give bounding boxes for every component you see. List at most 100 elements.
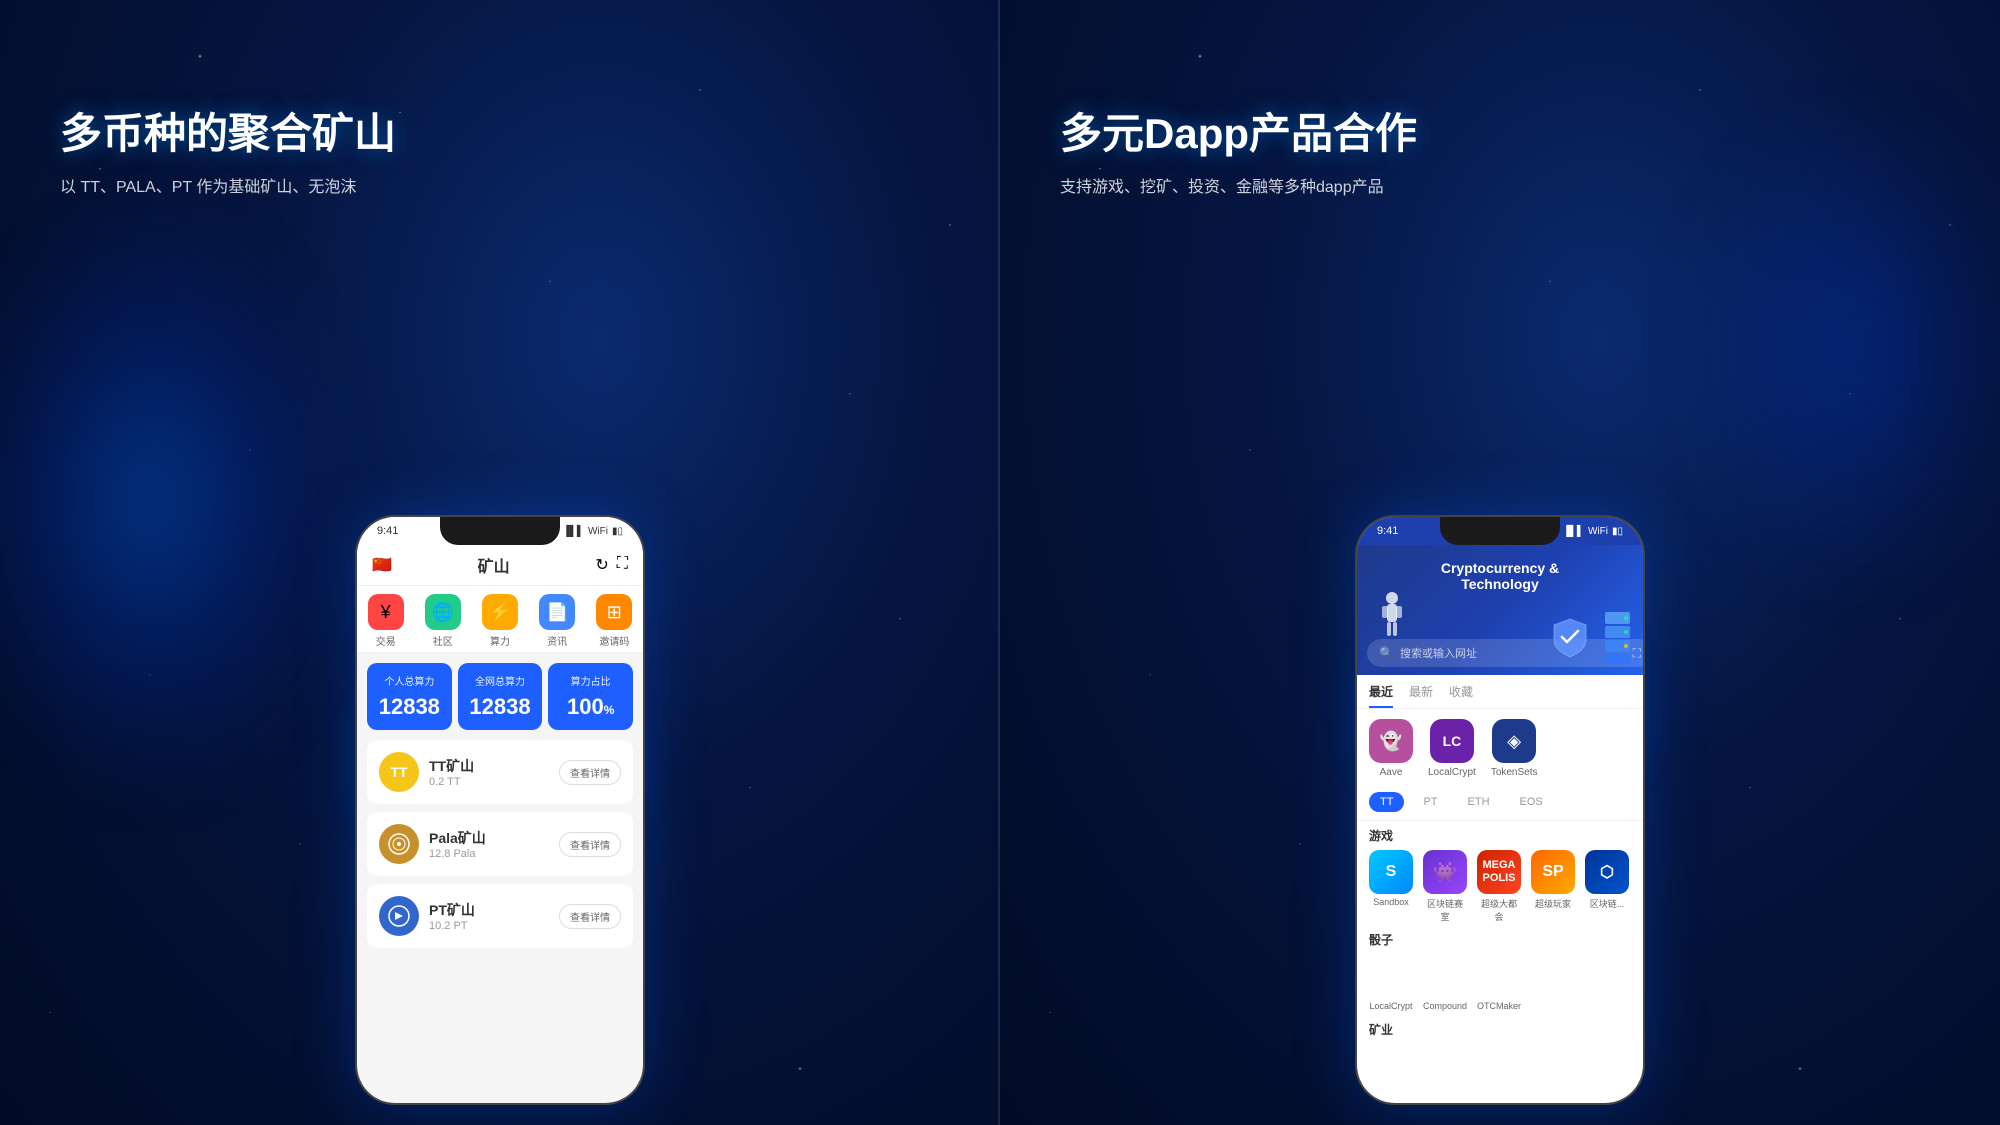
app-defi[interactable]: ⬡ 区块链... [1585, 850, 1629, 923]
tokensets-name: TokenSets [1491, 767, 1538, 778]
nav-item-invite[interactable]: ⊞ 邀请码 [596, 594, 632, 648]
chain-tab-pt[interactable]: PT [1412, 792, 1448, 812]
pala-info: Pala矿山 12.8 Pala [429, 828, 486, 860]
tt-detail-button[interactable]: 查看详情 [559, 760, 621, 785]
dapp-hero-title: Cryptocurrency & Technology [1441, 560, 1559, 592]
pt-coin-icon [379, 896, 419, 936]
hero-server-svg [1600, 610, 1635, 665]
right-nebula [1680, 100, 2000, 600]
left-panel-subtitle: 以 TT、PALA、PT 作为基础矿山、无泡沫 [60, 173, 396, 197]
pala-amount: 12.8 Pala [429, 848, 486, 860]
aave-name: Aave [1380, 767, 1403, 778]
pt-amount: 10.2 PT [429, 920, 475, 932]
tab-favorites[interactable]: 收藏 [1449, 683, 1473, 708]
app-sandbox[interactable]: S Sandbox [1369, 850, 1413, 923]
compound-name: Compound [1423, 1001, 1467, 1011]
dapp-signal-icon: ▐▌▌ [1563, 526, 1584, 537]
pt-icon-svg [387, 904, 411, 928]
tab-latest[interactable]: 最新 [1409, 683, 1433, 708]
stat-ratio-unit: % [604, 703, 615, 717]
mining-item-tt-left: TT TT矿山 0.2 TT [379, 752, 474, 792]
game-section-title: 游戏 [1369, 827, 1631, 844]
trade-icon: ¥ [368, 594, 404, 630]
dice-apps-row: LC LocalCrypt ◉ Compound OTC OTCMaker [1369, 954, 1631, 1011]
stat-ratio: 算力占比 100% [548, 663, 633, 730]
invite-icon: ⊞ [596, 594, 632, 630]
hero-illustration-left [1377, 590, 1407, 645]
right-phone-container: 9:41 ▐▌▌ WiFi ▮▯ Cryptocurrency & Techno… [1355, 515, 1645, 1125]
pala-icon-svg [387, 832, 411, 856]
recent-app-localcrypt[interactable]: LC LocalCrypt [1428, 719, 1476, 778]
dapp-hero-title-line1: Cryptocurrency & [1441, 560, 1559, 576]
stat-ratio-value: 100% [556, 694, 625, 720]
pala-detail-button[interactable]: 查看详情 [559, 832, 621, 857]
localcrypt-icon: LC [1430, 719, 1474, 763]
app-compound[interactable]: ◉ Compound [1423, 954, 1467, 1011]
fullscreen-icon[interactable]: ⛶ [617, 555, 628, 575]
stat-personal-title: 个人总算力 [375, 673, 444, 688]
mining-item-pt: PT矿山 10.2 PT 查看详情 [367, 884, 633, 948]
chain-tab-eos[interactable]: EOS [1509, 792, 1554, 812]
nav-item-hashrate[interactable]: ⚡ 算力 [482, 594, 518, 648]
app-megapolis[interactable]: MEGA POLIS 超级大都会 [1477, 850, 1521, 923]
left-panel-title-block: 多币种的聚合矿山 以 TT、PALA、PT 作为基础矿山、无泡沫 [60, 100, 396, 197]
community-icon: 🌐 [425, 594, 461, 630]
search-icon: 🔍 [1379, 646, 1394, 660]
nebula-decoration [0, 200, 350, 800]
right-phone-notch [1440, 517, 1560, 545]
mining-header-actions: ↻ ⛶ [595, 555, 628, 575]
pala-name: Pala矿山 [429, 828, 486, 848]
battery-icon: ▮▯ [612, 526, 623, 537]
pt-detail-button[interactable]: 查看详情 [559, 904, 621, 929]
right-panel: 多元Dapp产品合作 支持游戏、挖矿、投资、金融等多种dapp产品 9:41 ▐… [1000, 0, 2000, 1125]
dapp-hero-title-line2: Technology [1461, 576, 1539, 592]
tab-recent[interactable]: 最近 [1369, 683, 1393, 708]
trade-label: 交易 [376, 633, 396, 648]
stat-network-title: 全网总算力 [466, 673, 535, 688]
app-localcrypt2[interactable]: LC LocalCrypt [1369, 954, 1413, 1011]
tokensets-icon: ◈ [1492, 719, 1536, 763]
refresh-icon[interactable]: ↻ [595, 555, 608, 575]
localcrypt-name: LocalCrypt [1428, 767, 1476, 778]
localcrypt2-name: LocalCrypt [1369, 1001, 1412, 1011]
app-superpolis[interactable]: SP 超级玩家 [1531, 850, 1575, 923]
aave-icon: 👻 [1369, 719, 1413, 763]
dice-section-title: 骰子 [1369, 931, 1631, 948]
app-blockchain[interactable]: 👾 区块链赛室 [1423, 850, 1467, 923]
app-otcmaker[interactable]: OTC OTCMaker [1477, 954, 1521, 1011]
nav-item-trade[interactable]: ¥ 交易 [368, 594, 404, 648]
dapp-tabs: 最近 最新 收藏 [1369, 683, 1631, 708]
sandbox-name: Sandbox [1373, 897, 1409, 907]
mining-stats: 个人总算力 12838 全网总算力 12838 算力占比 100% [357, 653, 643, 740]
megapolis-icon: MEGA POLIS [1477, 850, 1521, 894]
blockchain-icon: 👾 [1423, 850, 1467, 894]
dapp-status-icons: ▐▌▌ WiFi ▮▯ [1563, 526, 1623, 537]
left-panel-heading: 多币种的聚合矿山 [60, 100, 396, 161]
dice-section: 骰子 LC LocalCrypt ◉ Compound OTC [1357, 927, 1643, 1015]
game-apps-row: S Sandbox 👾 区块链赛室 MEGA POLIS 超级大都会 [1369, 850, 1631, 923]
stat-network: 全网总算力 12838 [458, 663, 543, 730]
mining-header-title: 矿山 [392, 553, 595, 577]
blockchain-name: 区块链赛室 [1423, 897, 1467, 923]
dapp-app: 9:41 ▐▌▌ WiFi ▮▯ Cryptocurrency & Techno… [1357, 517, 1643, 1103]
stat-personal-value: 12838 [375, 694, 444, 720]
left-panel: 多币种的聚合矿山 以 TT、PALA、PT 作为基础矿山、无泡沫 9:41 ▐▌… [0, 0, 1000, 1125]
right-phone-screen: 9:41 ▐▌▌ WiFi ▮▯ Cryptocurrency & Techno… [1357, 517, 1643, 1103]
nav-item-news[interactable]: 📄 资讯 [539, 594, 575, 648]
mining-app: 9:41 ▐▌▌ WiFi ▮▯ 🇨🇳 矿山 ↻ ⛶ [357, 517, 643, 1103]
pala-coin-icon [379, 824, 419, 864]
chain-tab-eth[interactable]: ETH [1457, 792, 1501, 812]
compound-icon: ◉ [1423, 954, 1467, 998]
chain-tab-tt[interactable]: TT [1369, 792, 1404, 812]
left-phone-container: 9:41 ▐▌▌ WiFi ▮▯ 🇨🇳 矿山 ↻ ⛶ [355, 515, 645, 1125]
news-label: 资讯 [547, 633, 567, 648]
mining-section-title: 矿业 [1369, 1021, 1631, 1038]
news-icon: 📄 [539, 594, 575, 630]
right-panel-subtitle: 支持游戏、挖矿、投资、金融等多种dapp产品 [1060, 173, 1417, 197]
recent-app-tokensets[interactable]: ◈ TokenSets [1491, 719, 1538, 778]
nav-item-community[interactable]: 🌐 社区 [425, 594, 461, 648]
dapp-time: 9:41 [1377, 525, 1398, 537]
pt-info: PT矿山 10.2 PT [429, 900, 475, 932]
recent-app-aave[interactable]: 👻 Aave [1369, 719, 1413, 778]
dapp-tabs-section: 最近 最新 收藏 [1357, 675, 1643, 709]
